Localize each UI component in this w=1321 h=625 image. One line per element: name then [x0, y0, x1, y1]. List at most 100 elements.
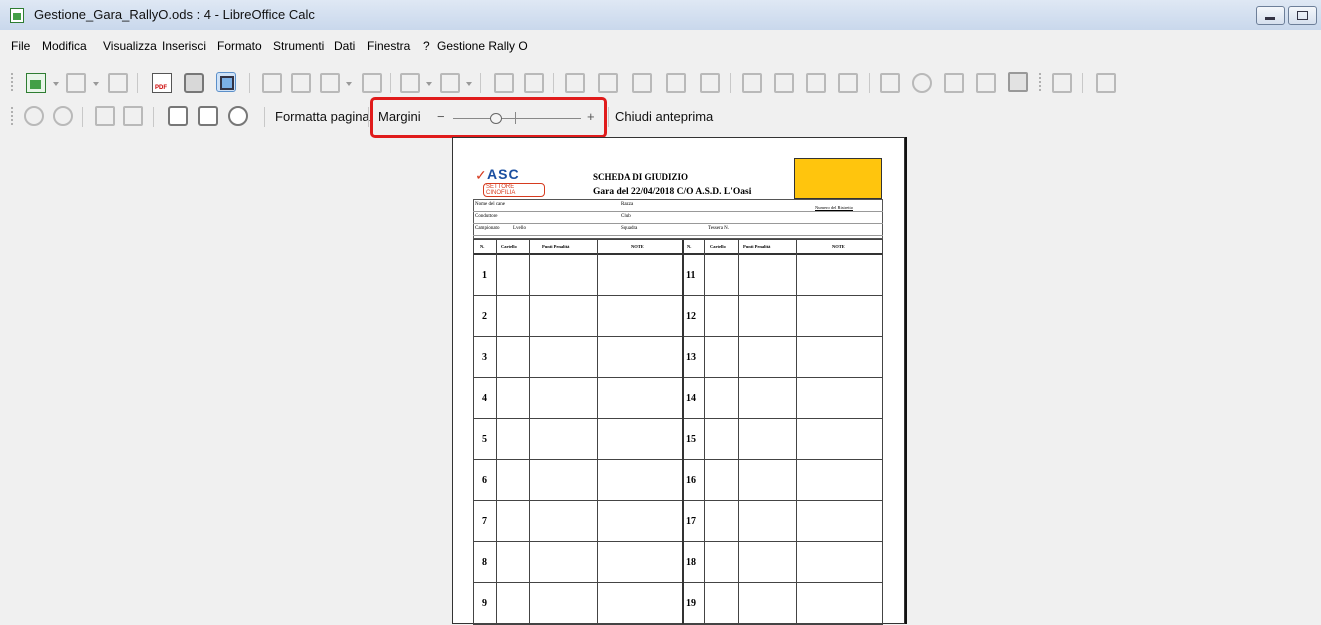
column-divider [496, 240, 497, 624]
menu-inserisci[interactable]: Inserisci [162, 39, 206, 53]
sidebar-toggle-icon[interactable] [1008, 72, 1028, 92]
undo-dropdown-icon[interactable] [426, 82, 432, 86]
label-campionato: Campionato [475, 226, 500, 231]
separator [368, 107, 369, 127]
row-icon[interactable] [565, 73, 585, 93]
undo-icon[interactable] [400, 73, 420, 93]
paste-icon[interactable] [320, 73, 340, 93]
close-preview-button[interactable]: Chiudi anteprima [615, 109, 713, 124]
next-page-icon[interactable] [53, 106, 73, 126]
table-row: 7 17 [474, 501, 882, 542]
menu-visualizza[interactable]: Visualizza [103, 39, 157, 53]
menu-file[interactable]: File [11, 39, 30, 53]
separator [869, 73, 870, 93]
column-divider [704, 240, 705, 624]
sort-descending-icon[interactable] [774, 73, 794, 93]
find-replace-icon[interactable] [524, 73, 544, 93]
table-row: 9 19 [474, 583, 882, 624]
separator [249, 73, 250, 93]
paste-dropdown-icon[interactable] [346, 82, 352, 86]
label-livello: Lvello [513, 226, 527, 231]
info-row: Campionato Lvello Squadra Tessera N. [473, 223, 883, 236]
export-pdf-icon[interactable] [152, 73, 172, 93]
freeze-icon[interactable] [666, 73, 686, 93]
col-header-punti: Punti Penalità [542, 244, 570, 249]
autofilter-icon[interactable] [838, 73, 858, 93]
print-icon[interactable] [184, 73, 204, 93]
column-divider [796, 240, 797, 624]
sidebar-icon[interactable] [1096, 73, 1116, 93]
menu-strumenti[interactable]: Strumenti [273, 39, 324, 53]
menu-dati[interactable]: Dati [334, 39, 355, 53]
pivot-table-icon[interactable] [944, 73, 964, 93]
clone-formatting-icon[interactable] [362, 73, 382, 93]
copy-icon[interactable] [291, 73, 311, 93]
redo-icon[interactable] [440, 73, 460, 93]
cut-icon[interactable] [262, 73, 282, 93]
toolbar-grip[interactable] [11, 107, 15, 125]
redo-dropdown-icon[interactable] [466, 82, 472, 86]
row-number: 19 [686, 598, 696, 609]
restore-button[interactable] [1288, 6, 1317, 25]
insert-table-icon[interactable] [632, 73, 652, 93]
save-icon[interactable] [108, 73, 128, 93]
sort-icon[interactable] [806, 73, 826, 93]
templates-dropdown-icon[interactable] [93, 82, 99, 86]
label-club: Club [621, 214, 631, 219]
print-preview-toolbar: Formatta pagina Margini Chiudi anteprima [0, 102, 1321, 132]
table-row: 3 13 [474, 337, 882, 378]
column-icon[interactable] [598, 73, 618, 93]
label-conduttore: Conduttore [475, 214, 498, 219]
menu-finestra[interactable]: Finestra [367, 39, 410, 53]
first-page-icon[interactable] [95, 106, 115, 126]
separator [480, 73, 481, 93]
col-header-cartello-right: Cartello [710, 244, 726, 249]
column-divider [682, 240, 684, 624]
separator [390, 73, 391, 93]
merge-icon[interactable] [700, 73, 720, 93]
title-bar: Gestione_Gara_RallyO.ods : 4 - LibreOffi… [0, 0, 1321, 30]
separator [730, 73, 731, 93]
menu-formato[interactable]: Formato [217, 39, 262, 53]
standard-toolbar [0, 64, 1321, 102]
col-header-punti-right: Punti Penalità [743, 244, 771, 249]
col-header-n-right: N. [687, 244, 692, 249]
menu-gestione-rally[interactable]: Gestione Rally O [437, 39, 528, 53]
minimize-button[interactable] [1256, 6, 1285, 25]
format-page-button[interactable]: Formatta pagina [275, 109, 370, 124]
zoom-out-icon[interactable] [198, 106, 218, 126]
chart-icon[interactable] [912, 73, 932, 93]
new-spreadsheet-icon[interactable] [26, 73, 46, 93]
column-divider [738, 240, 739, 624]
print-preview-icon[interactable] [216, 72, 236, 92]
play-icon[interactable] [1052, 73, 1072, 93]
new-dropdown-icon[interactable] [53, 82, 59, 86]
row-number: 7 [482, 516, 487, 527]
document-title: SCHEDA DI GIUDIZIO [593, 172, 689, 182]
label-nome-cane: Nome del cane [475, 202, 505, 207]
logo-text: ASC [487, 166, 520, 182]
previous-page-icon[interactable] [24, 106, 44, 126]
sort-ascending-icon[interactable] [742, 73, 762, 93]
table-row: 5 15 [474, 419, 882, 460]
table-row: 6 16 [474, 460, 882, 501]
row-number: 4 [482, 393, 487, 404]
image-icon[interactable] [880, 73, 900, 93]
menu-help[interactable]: ? [423, 39, 430, 53]
last-page-icon[interactable] [123, 106, 143, 126]
toolbar-grip[interactable] [1039, 73, 1043, 91]
col-header-note-right: NOTE [832, 244, 845, 249]
zoom-in-icon[interactable] [168, 106, 188, 126]
label-numero-ristretto: Numero del Ristretto [815, 205, 853, 210]
calc-app-icon [10, 8, 24, 23]
col-header-note: NOTE [631, 244, 644, 249]
menu-modifica[interactable]: Modifica [42, 39, 87, 53]
full-screen-icon[interactable] [228, 106, 248, 126]
toolbar-grip[interactable] [11, 73, 15, 91]
row-number: 18 [686, 557, 696, 568]
hyperlink-icon[interactable] [976, 73, 996, 93]
row-number: 13 [686, 352, 696, 363]
spellcheck-icon[interactable] [494, 73, 514, 93]
separator [553, 73, 554, 93]
templates-icon[interactable] [66, 73, 86, 93]
